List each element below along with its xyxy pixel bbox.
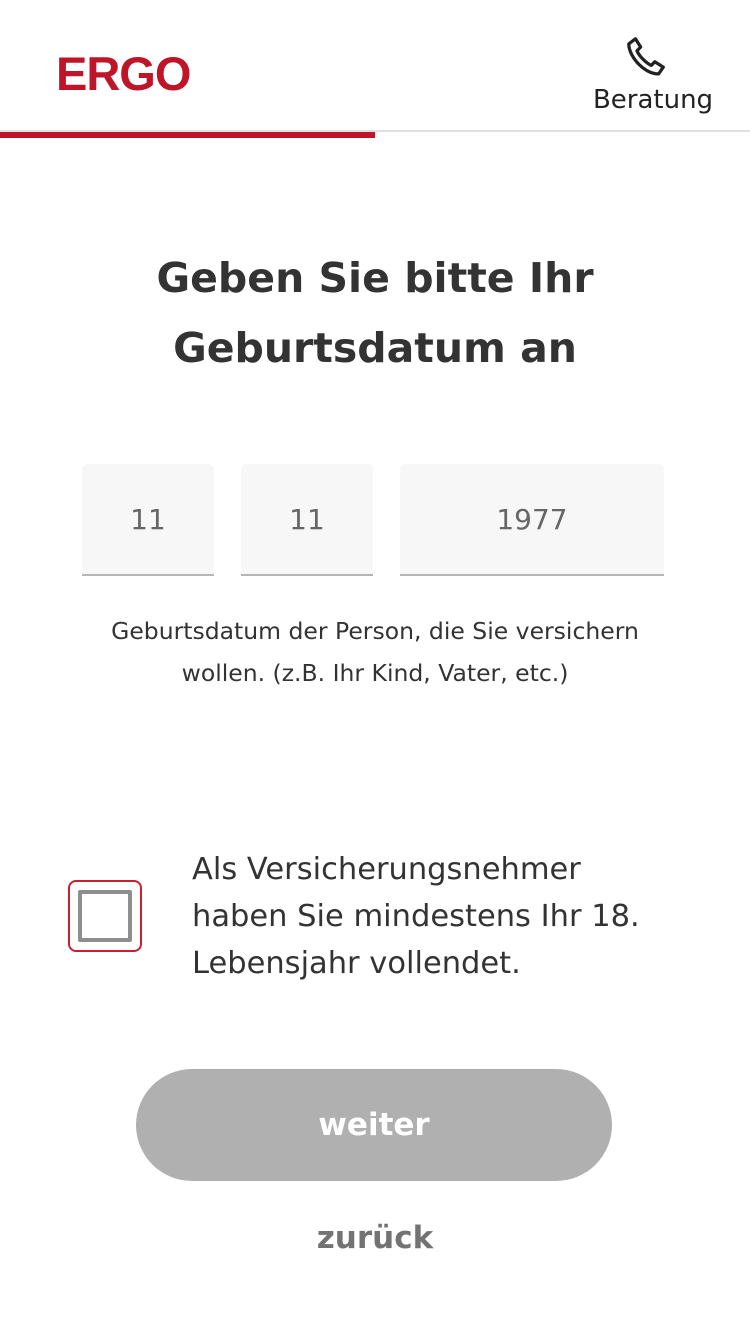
- confirmation-line-2: haben Sie mindestens Ihr 18.: [192, 899, 640, 934]
- back-link[interactable]: zurück: [275, 1212, 475, 1264]
- confirmation-line-1: Als Versicherungsnehmer: [192, 852, 581, 887]
- birthdate-hint: Geburtsdatum der Person, die Sie versich…: [60, 610, 690, 694]
- hint-line-1: Geburtsdatum der Person, die Sie versich…: [111, 617, 639, 645]
- adult-confirmation-checkbox[interactable]: [68, 880, 142, 952]
- header: ERGO Beratung: [0, 0, 750, 132]
- progress-bar: [0, 132, 375, 138]
- advice-button[interactable]: Beratung: [588, 30, 718, 120]
- phone-icon: [623, 34, 669, 80]
- ergo-logo[interactable]: ERGO: [56, 48, 191, 100]
- confirmation-line-3: Lebensjahr vollendet.: [192, 946, 521, 981]
- title-line-1: Geben Sie bitte Ihr: [156, 254, 594, 302]
- adult-confirmation-label[interactable]: Als Versicherungsnehmer haben Sie mindes…: [192, 846, 712, 987]
- hint-line-2: wollen. (z.B. Ihr Kind, Vater, etc.): [181, 659, 569, 687]
- checkbox-box: [78, 890, 132, 942]
- birth-month-input[interactable]: [241, 464, 373, 576]
- advice-label: Beratung: [592, 85, 714, 115]
- birth-year-input[interactable]: [400, 464, 664, 576]
- page-title: Geben Sie bitte Ihr Geburtsdatum an: [60, 243, 690, 383]
- title-line-2: Geburtsdatum an: [173, 324, 577, 372]
- birth-day-input[interactable]: [82, 464, 214, 576]
- next-button[interactable]: weiter: [136, 1069, 612, 1181]
